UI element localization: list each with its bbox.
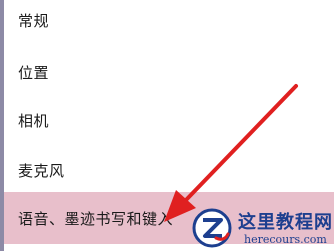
- menu-item-microphone[interactable]: 麦克风: [4, 146, 334, 194]
- z-logo-icon: [192, 208, 232, 248]
- menu-item-label: 相机: [18, 111, 50, 130]
- menu-item-label: 语音、墨迹书写和键入: [18, 209, 174, 228]
- menu-item-label: 麦克风: [18, 161, 65, 180]
- menu-item-camera[interactable]: 相机: [4, 96, 334, 144]
- menu-item-label: 常规: [18, 11, 50, 30]
- watermark-title: 这里教程网: [238, 212, 333, 233]
- watermark: 这里教程网 herecours.com: [188, 206, 334, 251]
- menu-item-general[interactable]: 常规: [4, 0, 334, 44]
- menu-item-label: 位置: [18, 63, 50, 82]
- menu-item-location[interactable]: 位置: [4, 48, 334, 96]
- settings-window: 常规 位置 相机 麦克风 语音、墨迹书写和键入 这里教程网 herecours.…: [0, 0, 334, 251]
- watermark-url: herecours.com: [244, 233, 327, 246]
